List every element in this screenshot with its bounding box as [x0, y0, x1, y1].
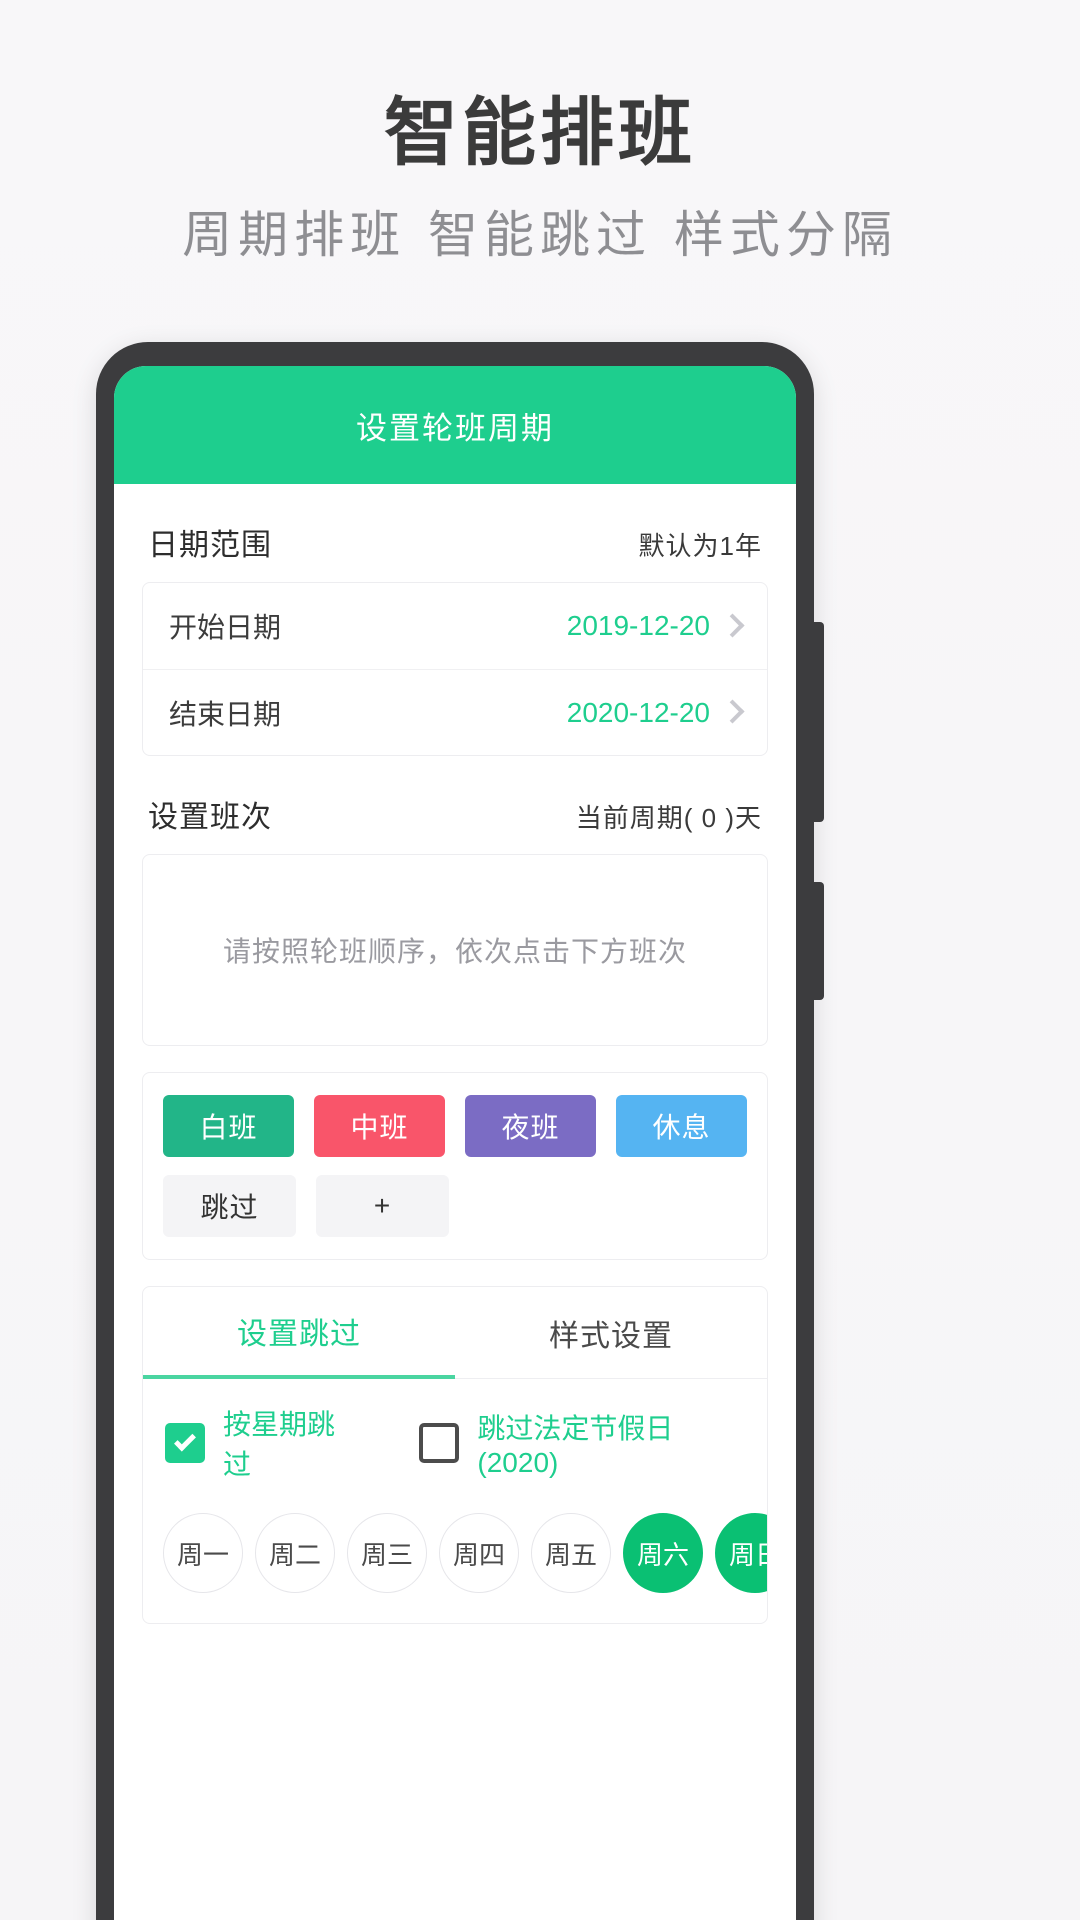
shift-chip-mid[interactable]: 中班 [314, 1095, 445, 1157]
tab-skip-settings[interactable]: 设置跳过 [143, 1287, 455, 1379]
promo-page: 智能排班 周期排班 智能跳过 样式分隔 设置轮班周期 日期范围 默认为1年 开始… [0, 0, 1080, 1920]
tab-style-settings[interactable]: 样式设置 [455, 1287, 767, 1379]
shift-chip-add[interactable]: + [316, 1175, 449, 1237]
end-date-label: 结束日期 [169, 698, 282, 730]
weekday-selector: 周一 周二 周三 周四 周五 周六 周日 [143, 1491, 767, 1623]
date-range-title: 日期范围 [148, 529, 272, 562]
app-header: 设置轮班周期 [114, 366, 796, 484]
promo-subtitle: 周期排班 智能跳过 样式分隔 [182, 206, 898, 264]
date-range-section-header: 日期范围 默认为1年 [142, 484, 768, 582]
chevron-right-icon [720, 612, 745, 638]
checkbox-skip-by-weekday[interactable] [165, 1423, 205, 1463]
end-date-value: 2020-12-20 [566, 696, 710, 728]
volume-button-icon [810, 882, 824, 1000]
phone-screen: 设置轮班周期 日期范围 默认为1年 开始日期 2019-12-20 结束日期 2… [114, 366, 796, 1920]
start-date-label: 开始日期 [169, 612, 282, 643]
shift-sequence-placeholder: 请按照轮班顺序，依次点击下方班次 [222, 936, 687, 967]
start-date-row[interactable]: 开始日期 2019-12-20 [143, 583, 767, 669]
shift-sequence-area[interactable]: 请按照轮班顺序，依次点击下方班次 [142, 854, 768, 1046]
weekday-thu[interactable]: 周四 [439, 1513, 519, 1593]
shift-chip-skip[interactable]: 跳过 [163, 1175, 296, 1237]
app-header-title: 设置轮班周期 [356, 410, 554, 446]
check-icon [174, 1429, 196, 1451]
weekday-wed[interactable]: 周三 [347, 1513, 427, 1593]
date-range-card: 开始日期 2019-12-20 结束日期 2020-12-20 [142, 582, 768, 756]
shift-chips-row-1: 白班 中班 夜班 休息 [163, 1095, 747, 1157]
tab-bar: 设置跳过 样式设置 [143, 1287, 767, 1379]
label-skip-holidays: 跳过法定节假日(2020) [477, 1413, 674, 1478]
weekday-mon[interactable]: 周一 [163, 1513, 243, 1593]
chevron-right-icon [720, 699, 745, 724]
shift-section-title: 设置班次 [148, 801, 272, 834]
skip-settings-card: 设置跳过 样式设置 按星期跳过 跳过法定节假日(2020) 周一 周二 周三 周… [142, 1286, 768, 1624]
shift-cycle-note: 当前周期( 0 )天 [575, 803, 762, 833]
end-date-right: 2020-12-20 [566, 696, 745, 729]
skip-options-row: 按星期跳过 跳过法定节假日(2020) [143, 1379, 767, 1491]
app-body: 日期范围 默认为1年 开始日期 2019-12-20 结束日期 2020-12-… [114, 484, 796, 1624]
checkbox-skip-holidays[interactable] [419, 1423, 460, 1463]
phone-mockup: 设置轮班周期 日期范围 默认为1年 开始日期 2019-12-20 结束日期 2… [96, 342, 824, 1920]
start-date-right: 2019-12-20 [566, 610, 745, 642]
weekday-sat[interactable]: 周六 [623, 1513, 703, 1593]
power-button-icon [810, 622, 824, 822]
end-date-row[interactable]: 结束日期 2020-12-20 [143, 669, 767, 755]
promo-title: 智能排班 [384, 90, 696, 176]
shift-chip-rest[interactable]: 休息 [616, 1095, 747, 1157]
date-range-note: 默认为1年 [638, 531, 762, 561]
weekday-sun[interactable]: 周日 [715, 1513, 767, 1593]
shift-chips-card: 白班 中班 夜班 休息 跳过 + [142, 1072, 768, 1260]
shift-chip-day[interactable]: 白班 [163, 1095, 294, 1157]
shift-chips-row-2: 跳过 + [163, 1175, 747, 1237]
label-skip-by-weekday: 按星期跳过 [223, 1409, 336, 1480]
start-date-value: 2019-12-20 [566, 610, 710, 641]
shift-section-header: 设置班次 当前周期( 0 )天 [142, 756, 768, 854]
weekday-tue[interactable]: 周二 [255, 1513, 335, 1593]
shift-chip-night[interactable]: 夜班 [465, 1095, 596, 1157]
weekday-fri[interactable]: 周五 [531, 1513, 611, 1593]
